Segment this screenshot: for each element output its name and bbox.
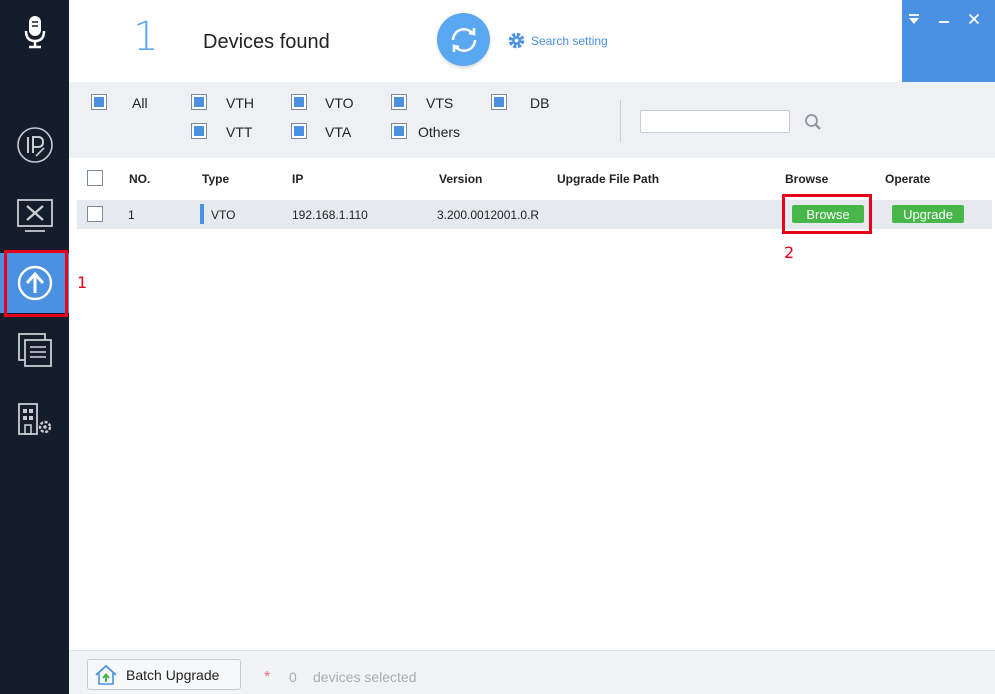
filter-label-db: DB [530,95,550,111]
gear-icon [508,32,525,49]
row-type: VTO [211,208,236,222]
column-header-type: Type [202,172,230,186]
filter-checkbox-vth[interactable] [191,94,207,110]
sidebar-item-ip-config[interactable] [0,115,69,175]
filter-checkbox-vtt[interactable] [191,123,207,139]
column-header-operate: Operate [885,172,931,186]
filter-label-others: Others [418,124,461,140]
refresh-icon [451,27,476,52]
filter-checkbox-others[interactable] [391,123,407,139]
document-list-icon [17,333,52,367]
device-search-input[interactable] [640,110,790,133]
devices-found-label: Devices found [203,31,330,53]
device-count: 1 [133,14,159,60]
search-icon[interactable] [804,113,822,131]
dropdown-menu-button[interactable] [904,9,924,29]
column-header-browse: Browse [785,172,829,186]
sidebar-item-file-list[interactable] [0,320,69,380]
filter-checkbox-db[interactable] [491,94,507,110]
type-indicator-bar [200,204,204,224]
header: 1 Devices found Search setting [69,0,995,82]
search-setting-link[interactable]: Search setting [507,31,608,50]
device-config-icon [16,199,53,232]
home-upgrade-icon [95,664,117,685]
building-settings-icon [17,403,51,435]
microphone-icon [24,16,45,49]
sidebar [0,0,69,694]
close-icon [968,13,980,25]
sidebar-item-intercom[interactable] [0,2,69,62]
row-no: 1 [128,208,135,222]
selected-label: devices selected [313,669,417,685]
device-table-header: NO. Type IP Version Upgrade File Path Br… [77,164,992,196]
filter-checkbox-vts[interactable] [391,94,407,110]
sidebar-item-upgrade[interactable] [0,253,69,313]
filter-label-all: All [132,95,148,111]
minimize-button[interactable] [934,9,954,29]
select-all-checkbox[interactable] [87,170,103,186]
batch-upgrade-button[interactable]: Batch Upgrade [87,659,241,690]
device-type-filter: All VTH VTO VTS DB VTT VTA Others [69,82,995,158]
annotation-step-2: 2 [784,243,795,262]
filter-checkbox-all[interactable] [91,94,107,110]
filter-divider [620,100,621,142]
minimize-icon [939,21,949,23]
filter-label-vta: VTA [325,124,352,140]
row-version: 3.200.0012001.0.R [437,208,540,222]
footer-bar: Batch Upgrade * 0 devices selected [69,650,995,694]
required-star: * [264,669,271,686]
sidebar-item-building-settings[interactable] [0,389,69,449]
row-ip: 192.168.1.110 [292,208,368,222]
selected-count: 0 [289,669,297,685]
close-button[interactable] [964,9,984,29]
browse-button[interactable]: Browse [792,205,864,223]
table-row[interactable]: 1 VTO 192.168.1.110 3.200.0012001.0.R Br… [77,200,992,229]
filter-checkbox-vta[interactable] [291,123,307,139]
ip-config-icon [16,127,53,163]
filter-label-vtt: VTT [226,124,253,140]
window-controls [902,0,995,82]
batch-upgrade-label: Batch Upgrade [126,666,220,683]
sidebar-item-device-config[interactable] [0,186,69,246]
column-header-ip: IP [292,172,304,186]
filter-label-vto: VTO [325,95,354,111]
column-header-upgrade-file-path: Upgrade File Path [557,172,660,186]
upgrade-icon [17,265,52,301]
upgrade-button[interactable]: Upgrade [892,205,964,223]
row-select-checkbox[interactable] [87,206,103,222]
refresh-search-button[interactable] [437,13,490,66]
column-header-version: Version [439,172,483,186]
filter-label-vth: VTH [226,95,254,111]
search-setting-label: Search setting [531,33,608,48]
filter-label-vts: VTS [426,95,454,111]
menu-dropdown-icon [909,14,919,24]
filter-checkbox-vto[interactable] [291,94,307,110]
column-header-no: NO. [129,172,151,186]
annotation-step-1: 1 [77,273,88,292]
